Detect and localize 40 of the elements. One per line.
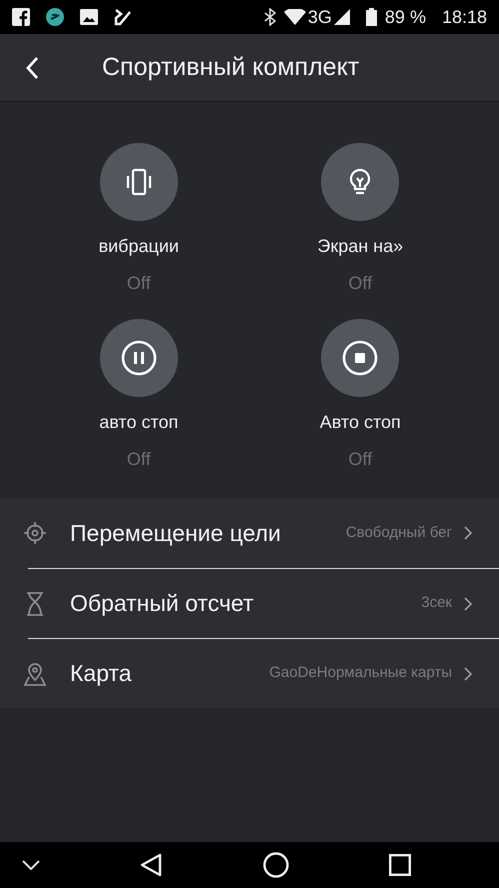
toggle-label: авто стоп [99, 411, 178, 434]
back-icon[interactable] [140, 853, 162, 877]
toggle-label: Экран на» [317, 235, 404, 258]
toggle-label: Авто стоп [320, 411, 401, 434]
wifi-icon [284, 9, 306, 25]
hourglass-icon [25, 590, 45, 616]
map-pin-icon [22, 660, 48, 686]
stop-icon [341, 339, 380, 377]
back-icon [25, 56, 39, 80]
recents-icon[interactable] [388, 854, 411, 876]
chevron-icon [464, 596, 472, 610]
setting-value: GaoDeНормальные карты [269, 663, 452, 684]
setting-label: Обратный отсчет [70, 589, 254, 618]
battery-percent: 89 % [384, 6, 426, 28]
bluetooth-icon [264, 8, 276, 26]
battery-icon [366, 8, 377, 26]
home-icon[interactable] [262, 852, 289, 878]
setting-label: Карта [70, 659, 132, 688]
chevron-icon [464, 526, 472, 540]
signal-icon [334, 9, 350, 25]
setting-value: 3сек [421, 593, 452, 614]
crosshair-icon [23, 521, 47, 545]
settings-row[interactable]: Перемещение цели Свободный бег [0, 498, 499, 568]
toggle-status: Off [348, 272, 372, 295]
page-title: Спортивный комплект [102, 52, 360, 83]
chevron-icon [464, 666, 472, 680]
setting-value: Свободный бег [346, 522, 452, 543]
collapse-icon[interactable] [22, 860, 40, 870]
clock: 18:18 [442, 6, 487, 28]
toggle-status: Off [348, 448, 372, 471]
setting-label: Перемещение цели [70, 518, 281, 548]
image-icon [80, 9, 98, 25]
toggle-label: вибрации [98, 235, 179, 258]
toggle-status: Off [126, 448, 151, 471]
network-type: 3G [308, 6, 332, 28]
facebook-icon [12, 8, 30, 26]
toggle-status: Off [126, 272, 151, 295]
settings-row[interactable]: Карта GaoDeНормальные карты [28, 638, 499, 708]
pause-icon [120, 339, 158, 377]
settings-row[interactable]: Обратный отсчет 3сек [28, 568, 499, 638]
